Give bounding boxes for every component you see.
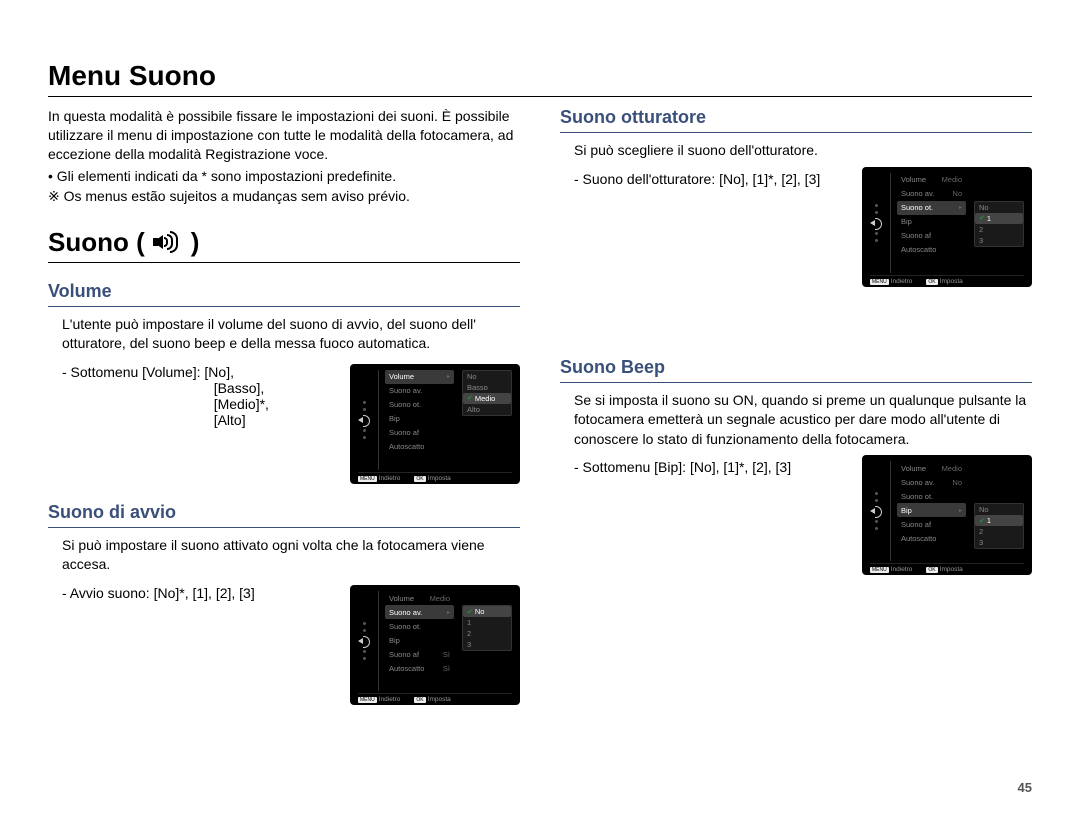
speaker-mini-icon (358, 636, 370, 646)
val-alto: Alto (467, 405, 480, 414)
right-column: Suono otturatore Si può scegliere il suo… (560, 107, 1032, 705)
otturatore-heading: Suono otturatore (560, 107, 1032, 133)
val-3: 3 (979, 236, 983, 245)
camera-screen-otturatore: VolumeMedio Suono av.No Suono ot.▸ Bip S… (862, 167, 1032, 287)
val-no: No (467, 372, 477, 381)
ok-button-icon: OK (926, 279, 937, 285)
menu-item-suono-ot: Suono ot. (901, 492, 933, 501)
footer-indietro: Indietro (379, 475, 401, 482)
menu-item-suono-af: Suono af (901, 520, 931, 529)
footer-indietro: Indietro (379, 696, 401, 703)
menu-button-icon: MENU (870, 567, 889, 573)
menu-item-bip: Bip (901, 217, 912, 226)
speaker-mini-icon (870, 218, 882, 228)
ok-button-icon: OK (926, 567, 937, 573)
menu-item-bip: Bip (389, 636, 400, 645)
footer-indietro: Indietro (891, 566, 913, 573)
suono-heading: Suono ( ) (48, 227, 520, 263)
menu-item-bip: Bip (389, 414, 400, 423)
footer-indietro: Indietro (891, 278, 913, 285)
warning-note: ※ Os menus estão sujeitos a mudanças sem… (48, 188, 520, 205)
speaker-mini-icon (870, 506, 882, 516)
footer-imposta: Imposta (940, 566, 963, 573)
beep-text: Se si imposta il suono su ON, quando si … (574, 391, 1032, 450)
suono-heading-text: Suono ( (48, 227, 145, 258)
menu-item-suono-ot: Suono ot. (389, 622, 421, 631)
val-2: 2 (979, 527, 983, 536)
menu-item-volume: Volume (901, 175, 926, 184)
menu-item-suono-av: Suono av. (389, 386, 422, 395)
ok-button-icon: OK (414, 697, 425, 703)
menu-item-suono-av: Suono av. (389, 608, 422, 617)
menu-item-suono-af: Suono af (389, 428, 419, 437)
val-1: 1 (987, 516, 991, 525)
camera-screen-volume: Volume▸ Suono av. Suono ot. Bip Suono af… (350, 364, 520, 484)
menu-item-bip: Bip (901, 506, 912, 515)
speaker-icon (153, 231, 183, 253)
menu-item-autoscatto: Autoscatto (389, 442, 424, 451)
menu-item-autoscatto: Autoscatto (389, 664, 424, 673)
suono-heading-close: ) (191, 227, 200, 258)
volume-heading: Volume (48, 281, 520, 307)
menu-item-suono-af: Suono af (901, 231, 931, 240)
menu-item-suono-ot: Suono ot. (901, 203, 933, 212)
footer-imposta: Imposta (940, 278, 963, 285)
menu-button-icon: MENU (358, 476, 377, 482)
val-medio: Medio (475, 394, 495, 403)
menu-item-suono-av: Suono av. (901, 189, 934, 198)
menu-item-suono-av: Suono av. (901, 478, 934, 487)
default-note: • Gli elementi indicati da * sono impost… (48, 168, 520, 184)
val-3: 3 (467, 640, 471, 649)
menu-button-icon: MENU (358, 697, 377, 703)
menu-item-suono-ot: Suono ot. (389, 400, 421, 409)
val-1: 1 (987, 214, 991, 223)
beep-heading: Suono Beep (560, 357, 1032, 383)
camera-screen-beep: VolumeMedio Suono av.No Suono ot. Bip▸ S… (862, 455, 1032, 575)
menu-button-icon: MENU (870, 279, 889, 285)
avvio-heading: Suono di avvio (48, 502, 520, 528)
val-3: 3 (979, 538, 983, 547)
val-basso: Basso (467, 383, 488, 392)
menu-item-volume: Volume (901, 464, 926, 473)
page-title: Menu Suono (48, 60, 1032, 97)
page-number: 45 (1018, 780, 1032, 795)
otturatore-text: Si può scegliere il suono dell'otturator… (574, 141, 1032, 161)
avvio-submenu: - Avvio suono: [No]*, [1], [2], [3] (62, 585, 255, 601)
val-1: 1 (467, 618, 471, 627)
footer-imposta: Imposta (428, 475, 451, 482)
val-2: 2 (979, 225, 983, 234)
val-no: No (979, 505, 989, 514)
val-no: No (475, 607, 485, 616)
speaker-mini-icon (358, 415, 370, 425)
menu-item-autoscatto: Autoscatto (901, 245, 936, 254)
camera-screen-avvio: VolumeMedio Suono av.▸ Suono ot. Bip Suo… (350, 585, 520, 705)
volume-text: L'utente può impostare il volume del suo… (62, 315, 520, 354)
left-column: In questa modalità è possibile fissare l… (48, 107, 520, 705)
val-no: No (979, 203, 989, 212)
val-2: 2 (467, 629, 471, 638)
footer-imposta: Imposta (428, 696, 451, 703)
volume-submenu: - Sottomenu [Volume]: [No], [Basso], [Me… (62, 364, 269, 428)
menu-item-autoscatto: Autoscatto (901, 534, 936, 543)
menu-item-volume: Volume (389, 372, 414, 381)
menu-item-suono-af: Suono af (389, 650, 419, 659)
menu-item-volume: Volume (389, 594, 414, 603)
ok-button-icon: OK (414, 476, 425, 482)
avvio-text: Si può impostare il suono attivato ogni … (62, 536, 520, 575)
intro-text: In questa modalità è possibile fissare l… (48, 107, 520, 164)
